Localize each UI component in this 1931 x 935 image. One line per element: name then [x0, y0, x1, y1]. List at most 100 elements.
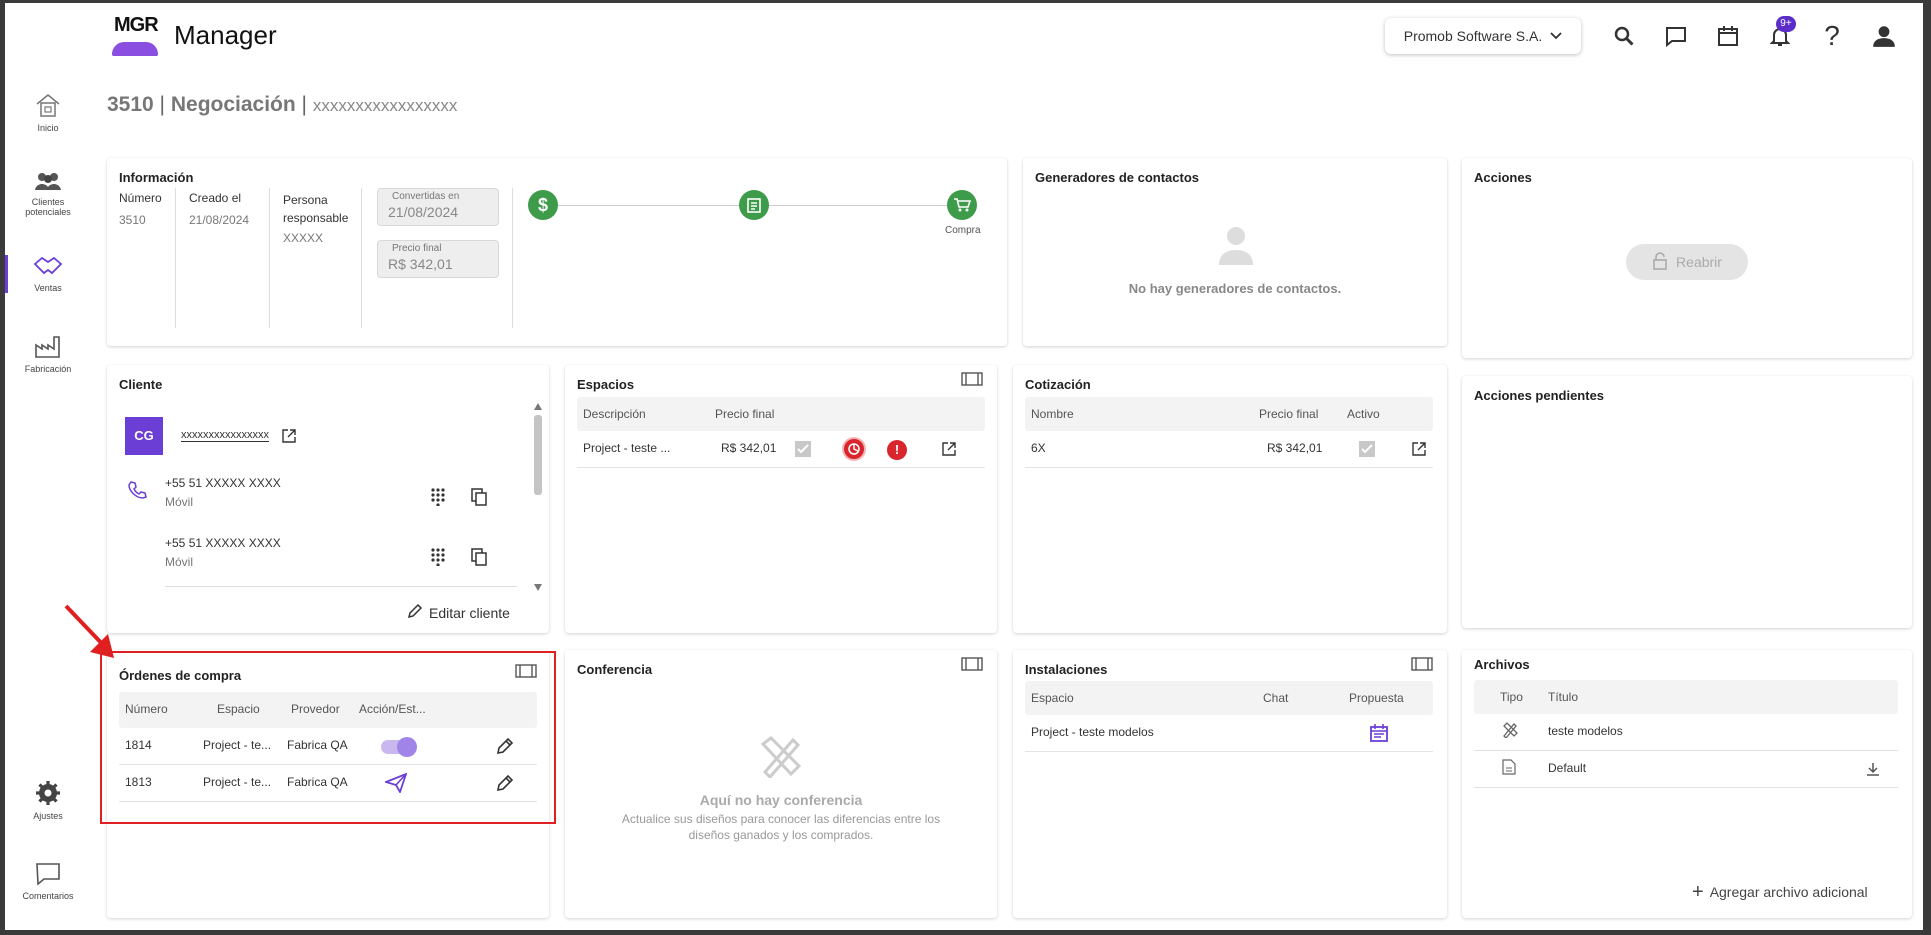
sidebar-item-fabricacion[interactable]: Fabricación	[10, 333, 86, 374]
open-external-icon[interactable]	[941, 441, 957, 460]
download-icon[interactable]	[1866, 762, 1880, 779]
info-responsible-value: XXXXX	[283, 231, 324, 245]
field-value: 21/08/2024	[388, 204, 459, 220]
table-row[interactable]: Project - teste modelos	[1025, 715, 1433, 752]
column-header: Chat	[1263, 691, 1289, 705]
annotation-arrow-icon	[62, 602, 122, 669]
sidebar-item-label: Ventas	[34, 283, 62, 293]
search-icon[interactable]	[1608, 20, 1640, 52]
sidebar-item-comentarios[interactable]: Comentarios	[10, 862, 86, 901]
add-file-button[interactable]: + Agregar archivo adicional	[1692, 881, 1868, 903]
plus-icon: +	[1692, 881, 1704, 903]
copy-icon[interactable]	[471, 488, 487, 511]
sidebar-item-label: Fabricación	[24, 364, 72, 374]
columns-icon[interactable]	[961, 657, 983, 676]
user-placeholder-icon	[1215, 223, 1257, 270]
comment-icon	[10, 862, 86, 888]
table-row[interactable]: Default	[1474, 751, 1898, 788]
render-status-icon[interactable]	[842, 437, 866, 461]
card-title: Cliente	[119, 377, 163, 392]
converted-date-field: Convertidas en 21/08/2024	[377, 188, 499, 226]
sidebar-item-label: Ajustes	[33, 811, 63, 821]
file-title: Default	[1548, 761, 1587, 775]
info-number-value: 3510	[119, 213, 146, 227]
quote-card: Cotización Nombre Precio final Activo 6X…	[1013, 365, 1447, 633]
sidebar-item-ventas[interactable]: Ventas	[10, 254, 86, 293]
info-created-label: Creado el	[189, 191, 242, 205]
sidebar-active-indicator	[5, 255, 8, 293]
company-selector[interactable]: Promob Software S.A.	[1385, 18, 1581, 54]
deal-number: 3510	[107, 93, 154, 116]
actions-card: Acciones Reabrir	[1462, 158, 1912, 358]
scroll-down-arrow-icon[interactable]	[534, 584, 542, 591]
final-price-field: Precio final R$ 342,01	[377, 240, 499, 278]
info-number-label: Número	[119, 191, 162, 205]
divider	[175, 188, 176, 328]
proposal-calendar-icon[interactable]	[1369, 723, 1389, 746]
user-icon[interactable]	[1868, 20, 1900, 52]
checkbox-checked-icon	[1359, 441, 1375, 457]
card-title: Cotización	[1025, 377, 1091, 392]
files-card: Archivos Tipo Título teste modelos Defau…	[1462, 650, 1912, 918]
card-title: Espacios	[577, 377, 635, 392]
sidebar-item-inicio[interactable]: Inicio	[10, 92, 86, 133]
columns-icon[interactable]	[1411, 657, 1433, 676]
phone-type: Móvil	[165, 495, 194, 509]
table-header: Espacio Chat Propuesta	[1025, 681, 1433, 715]
dialpad-icon[interactable]	[431, 488, 445, 511]
sidebar-item-label: Inicio	[37, 123, 59, 133]
open-external-icon[interactable]	[281, 428, 297, 449]
help-icon[interactable]: ?	[1816, 20, 1848, 52]
empty-description: Actualice sus diseños para conocer las d…	[621, 812, 941, 842]
card-title: Generadores de contactos	[1035, 170, 1199, 185]
add-file-label: Agregar archivo adicional	[1709, 884, 1868, 900]
dialpad-icon[interactable]	[431, 548, 445, 571]
title-separator: |	[153, 93, 171, 116]
space-description: Project - teste ...	[583, 441, 671, 455]
scroll-up-arrow-icon[interactable]	[534, 403, 542, 410]
pending-actions-card: Acciones pendientes	[1462, 376, 1912, 628]
copy-icon[interactable]	[471, 548, 487, 571]
divider	[269, 188, 270, 328]
columns-icon[interactable]	[961, 372, 983, 391]
phone-number: +55 51 XXXXX XXXX	[165, 536, 281, 550]
reopen-button[interactable]: Reabrir	[1626, 244, 1748, 280]
column-header: Título	[1548, 690, 1579, 704]
table-header: Nombre Precio final Activo	[1025, 397, 1433, 431]
column-header: Espacio	[1031, 691, 1074, 705]
table-row[interactable]: teste modelos	[1474, 714, 1898, 751]
column-header: Activo	[1347, 407, 1380, 421]
scroll-thumb[interactable]	[534, 415, 542, 495]
checkbox-checked-icon	[795, 441, 811, 457]
chevron-down-icon	[1550, 32, 1562, 40]
chat-icon[interactable]	[1660, 20, 1692, 52]
client-name-link[interactable]: xxxxxxxxxxxxxxxx	[181, 429, 269, 442]
scrollbar[interactable]	[533, 403, 543, 593]
notification-badge: 9+	[1776, 16, 1796, 32]
installations-card: Instalaciones Espacio Chat Propuesta Pro…	[1013, 650, 1447, 918]
lock-icon	[1652, 251, 1668, 273]
divider	[165, 586, 517, 587]
error-icon[interactable]: !	[887, 440, 907, 460]
conference-card: Conferencia Aquí no hay conferencia Actu…	[565, 650, 997, 918]
card-title: Información	[119, 170, 194, 185]
design-file-icon	[1502, 722, 1518, 741]
title-separator: |	[295, 93, 313, 116]
app-logo[interactable]: MGR	[110, 12, 162, 58]
sidebar-item-ajustes[interactable]: Ajustes	[10, 780, 86, 821]
document-file-icon	[1502, 759, 1516, 778]
table-row[interactable]: 6X R$ 342,01	[1025, 431, 1433, 468]
table-row[interactable]: Project - teste ... R$ 342,01 !	[577, 431, 985, 468]
phone-icon	[127, 480, 147, 505]
logo-swoosh-icon	[112, 42, 158, 56]
edit-client-button[interactable]: Editar cliente	[407, 603, 510, 622]
info-created-value: 21/08/2024	[189, 213, 250, 227]
logo-text: MGR	[114, 14, 159, 36]
table-header: Tipo Título	[1474, 680, 1898, 714]
field-label: Precio final	[392, 243, 442, 254]
calendar-icon[interactable]	[1712, 20, 1744, 52]
sidebar-item-clientes[interactable]: Clientes potenciales	[10, 170, 86, 217]
column-header: Precio final	[715, 407, 775, 421]
open-external-icon[interactable]	[1411, 441, 1427, 460]
space-price: R$ 342,01	[721, 441, 777, 455]
